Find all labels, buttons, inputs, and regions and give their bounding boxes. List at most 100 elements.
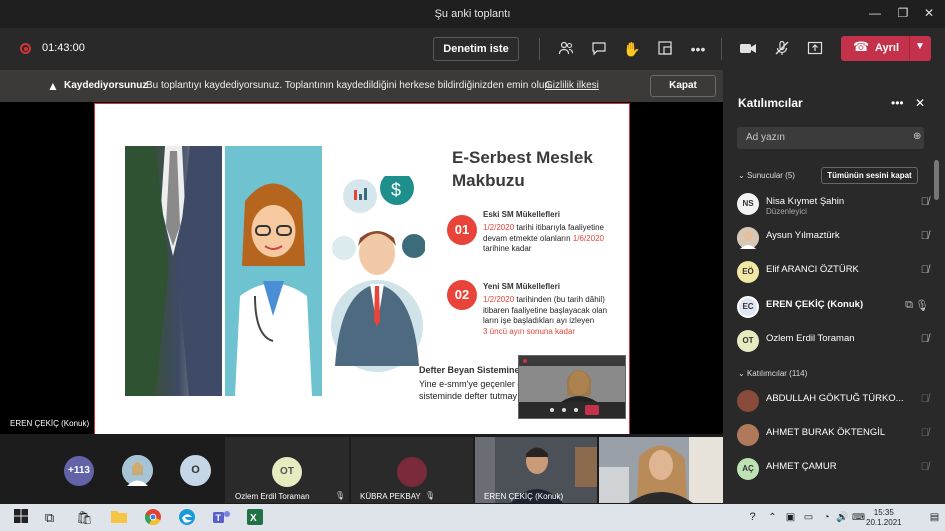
privacy-link[interactable]: Gizlilik ilkesi [545, 80, 599, 91]
presenters-header-label: Sunucular (5) [746, 171, 795, 180]
attendee-row[interactable]: AHMET BURAK ÖKTENGİL 🎙̸ [737, 422, 929, 450]
attendees-header[interactable]: ⌄ Katılımcılar (114) [738, 369, 807, 378]
mic-off-icon: 🎙̸ [920, 393, 929, 405]
tray-chevron-icon[interactable]: ⌃ [764, 509, 781, 526]
clock-time: 15:35 [873, 508, 894, 517]
avatar: EÖ [737, 261, 759, 283]
file-explorer-icon[interactable] [110, 509, 127, 526]
chat-icon[interactable] [590, 40, 608, 58]
close-panel-icon[interactable]: ✕ [915, 96, 925, 110]
participant-search-input[interactable]: Ad yazın [737, 127, 924, 149]
leave-button[interactable]: ☎ Ayrıl ▼ [841, 36, 931, 61]
item2-text1: tarihinden (bu tarih dâhil) [514, 295, 605, 304]
participant-name: Ozlem Erdil Toraman [766, 333, 855, 344]
item1-text1: tarihi itibarıyla faaliyetine [514, 223, 604, 232]
tray-app-icon[interactable]: ▣ [782, 509, 799, 526]
kubra-avatar [397, 457, 427, 487]
edge-icon[interactable] [178, 509, 195, 526]
close-banner-button[interactable]: Kapat [650, 75, 716, 97]
mic-icon: 🎙 [425, 491, 436, 500]
teams-icon[interactable]: T [213, 509, 230, 526]
mute-all-button[interactable]: Tümünün sesini kapat [821, 167, 918, 184]
item1-heading: Eski SM Mükellefleri [483, 210, 560, 219]
tile-eren-video[interactable]: EREN ÇEKİÇ (Konuk) [475, 437, 597, 503]
chevron-down-icon[interactable]: ▼ [915, 41, 925, 52]
item2-text3: ların işe başladıkları ayı izleyen [483, 316, 595, 325]
close-window-icon[interactable]: ✕ [922, 6, 936, 20]
windows-start-icon[interactable] [12, 509, 29, 526]
restore-icon[interactable]: ❐ [896, 6, 910, 20]
participant-name: AHMET ÇAMUR [766, 461, 837, 472]
more-options-icon[interactable]: ••• [689, 40, 707, 58]
avatar: NS [737, 193, 759, 215]
tile-name-ozlem: Ozlem Erdil Toraman [235, 492, 310, 501]
participant-name: Aysun Yılmaztürk [766, 230, 840, 241]
slide-title-line2: Makbuzu [452, 171, 525, 190]
excel-icon[interactable]: X [246, 509, 263, 526]
attendee-row[interactable]: ABDULLAH GÖKTUĞ TÜRKO... 🎙̸ [737, 388, 929, 416]
notification-icon[interactable]: ▤ [926, 509, 943, 526]
item2-text: 1/2/2020 tarihinden (bu tarih dâhil) iti… [483, 295, 607, 337]
panel-more-icon[interactable]: ••• [891, 96, 904, 110]
attendees-header-label: Katılımcılar (114) [746, 369, 808, 378]
participant-photo-avatar[interactable] [122, 455, 153, 486]
svg-text:X: X [250, 513, 257, 524]
svg-text:$: $ [391, 180, 401, 200]
participant-role: Düzenleyici [766, 207, 807, 216]
help-icon[interactable]: ? [744, 509, 761, 526]
store-icon[interactable]: 🛍 [76, 509, 93, 526]
presenter-row[interactable]: EC EREN ÇEKİÇ (Konuk) ⧉ 🎙 [737, 294, 929, 322]
mic-icon: 🎙 [335, 491, 346, 500]
svg-text:T: T [216, 513, 222, 523]
warning-icon: ▲ [47, 79, 59, 93]
request-review-button[interactable]: Denetim iste [433, 37, 519, 61]
tile-ozlem[interactable]: OT Ozlem Erdil Toraman 🎙 [225, 437, 349, 503]
tile-kubra[interactable]: KÜBRA PEKBAY 🎙 [351, 437, 473, 503]
mic-icon: 🎙 [915, 300, 929, 312]
presenters-header[interactable]: ⌄ Sunucular (5) [738, 171, 795, 180]
bottom-text1: Yine e-smm'ye geçenler e [419, 379, 523, 389]
banner-title: Kaydediyorsunuz [64, 80, 148, 91]
presenter-row[interactable]: OT Ozlem Erdil Toraman 🎙̸ [737, 328, 929, 356]
camera-icon[interactable] [739, 40, 757, 58]
chrome-icon[interactable] [144, 509, 161, 526]
tile-aysun-video[interactable] [599, 437, 723, 503]
tile-name-kubra: KÜBRA PEKBAY [360, 492, 421, 501]
attendee-row[interactable]: AÇ AHMET ÇAMUR 🎙̸ [737, 456, 929, 484]
participant-o-avatar[interactable]: O [180, 455, 211, 486]
people-icon[interactable] [557, 40, 575, 58]
share-invite-icon[interactable]: ⊕ [913, 131, 921, 142]
leave-divider [909, 36, 910, 61]
share-screen-icon[interactable] [806, 40, 824, 58]
battery-icon[interactable]: ▭ [800, 509, 817, 526]
breakout-rooms-icon[interactable] [656, 40, 674, 58]
taskbar-clock[interactable]: 15:35 20.1.2021 [866, 508, 902, 528]
presenter-row[interactable]: EÖ Elif ARANCI ÖZTÜRK 🎙̸ [737, 259, 929, 287]
presenter-mini-preview[interactable] [518, 355, 626, 419]
task-view-icon[interactable]: ⧉ [41, 509, 58, 526]
network-icon[interactable]: ◔ [818, 509, 835, 526]
mic-off-icon: 🎙̸ [920, 461, 929, 473]
item2-heading: Yeni SM Mükellefleri [483, 282, 560, 291]
raise-hand-icon[interactable]: ✋ [623, 40, 641, 58]
volume-icon[interactable]: 🔊 [834, 509, 851, 526]
avatar [737, 424, 759, 446]
participant-name: Elif ARANCI ÖZTÜRK [766, 264, 859, 275]
keyboard-icon[interactable]: ⌨ [850, 509, 867, 526]
avatar [737, 227, 759, 249]
minimize-icon[interactable]: — [868, 6, 882, 20]
avatar: AÇ [737, 458, 759, 480]
presenter-row[interactable]: NS Nisa Kıymet Şahin Düzenleyici 🎙̸ [737, 191, 929, 219]
toolbar-divider [539, 38, 540, 60]
toolbar-divider [721, 38, 722, 60]
businessman-illustration: $ [331, 176, 425, 372]
item1-text2: devam etmekte olanların [483, 233, 573, 243]
participant-name: Nisa Kıymet Şahin [766, 196, 845, 207]
overflow-participants-badge[interactable]: +113 [64, 456, 94, 486]
item1-date2: 1/6/2020 [572, 233, 604, 243]
item2-text4: 3 üncü ayın sonuna kadar [483, 326, 576, 336]
item2-text2: itibaren faaliyetine başlayacak olan [483, 305, 608, 315]
panel-scrollbar[interactable] [934, 160, 939, 200]
presenter-row[interactable]: Aysun Yılmaztürk 🎙̸ [737, 225, 929, 253]
mic-off-icon[interactable] [773, 40, 791, 58]
